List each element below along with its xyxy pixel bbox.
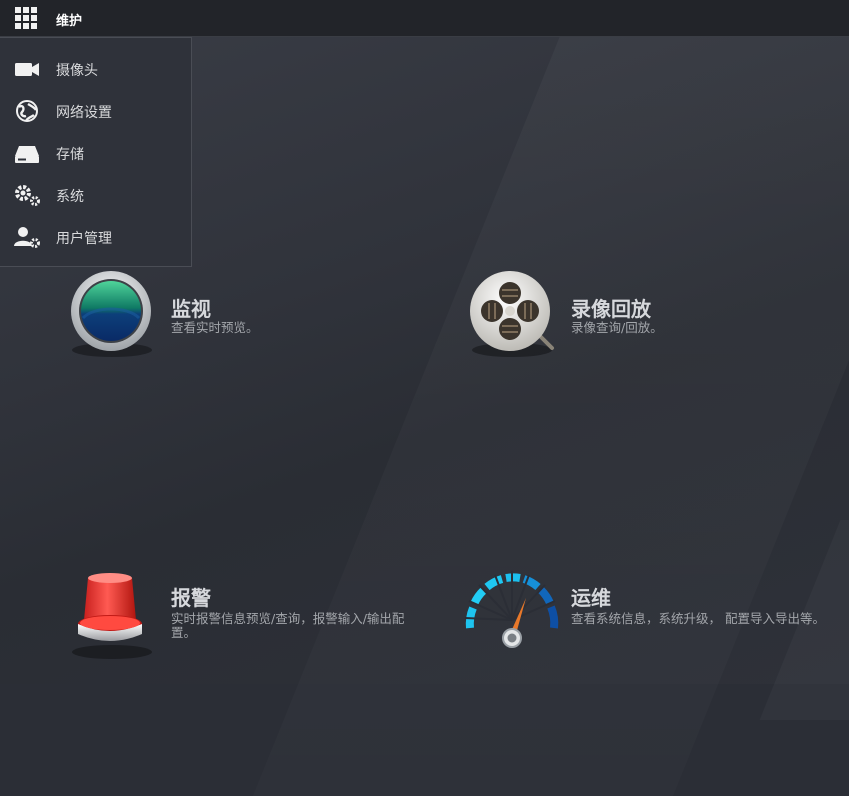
tile-maintenance[interactable]: 运维 查看系统信息，系统升级， 配置导入导出等。 [460,568,840,668]
storage-drive-icon [15,146,39,163]
tile-title: 报警 [171,586,211,610]
top-bar: 维护 [0,0,849,37]
menu-item-system[interactable]: 系统 [0,174,191,216]
page-title: 维护 [56,14,83,29]
menu-item-camera[interactable]: 摄像头 [0,48,191,90]
monitor-lens-icon [71,271,152,357]
tile-title: 录像回放 [571,297,651,321]
menu-item-network-settings[interactable]: 网络设置 [0,90,191,132]
menu-item-label: 摄像头 [56,63,98,79]
gauge-meter-icon [464,571,559,648]
menu-item-label: 用户管理 [56,231,112,247]
film-reel-icon [470,271,554,357]
tile-playback[interactable]: 录像回放 录像查询/回放。 [466,266,836,366]
tile-description: 实时报警信息预览/查询，报警输入/输出配置。 [171,611,405,640]
app-grid-icon[interactable] [15,7,37,29]
menu-item-user-management[interactable]: 用户管理 [0,216,191,258]
alarm-siren-icon [72,573,152,659]
camera-icon [15,63,39,76]
tile-description: 录像查询/回放。 [571,320,663,335]
menu-item-label: 存储 [56,147,84,163]
system-gears-icon [15,185,40,206]
menu-item-storage[interactable]: 存储 [0,132,191,174]
menu-item-label: 系统 [56,189,84,205]
tile-alarm[interactable]: 报警 实时报警信息预览/查询，报警输入/输出配置。 [66,568,426,668]
user-management-icon [14,227,40,248]
maintenance-menu: 摄像头 网络设置 存储 系统 用户管理 [0,37,192,267]
tile-title: 运维 [571,586,611,610]
tile-description: 查看系统信息，系统升级， 配置导入导出等。 [571,611,825,626]
tile-description: 查看实时预览。 [171,320,259,335]
tile-title: 监视 [171,297,211,321]
network-globe-icon [16,100,38,122]
menu-item-label: 网络设置 [56,105,112,121]
tile-monitor[interactable]: 监视 查看实时预览。 [66,266,366,366]
